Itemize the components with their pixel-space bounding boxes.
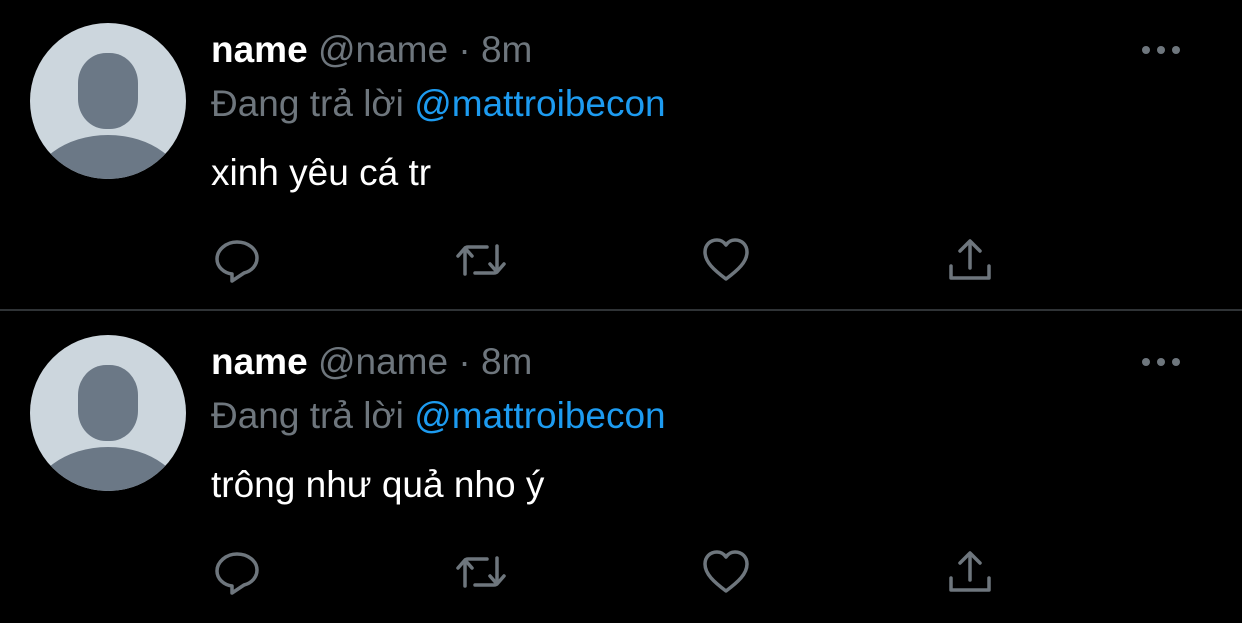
timestamp[interactable]: 8m — [481, 29, 532, 70]
more-icon — [1142, 46, 1180, 54]
more-icon — [1142, 358, 1180, 366]
separator-dot: · — [458, 341, 471, 382]
tweet[interactable]: name @name · 8m Đang trả lời @mattroibec… — [0, 0, 1242, 310]
more-button[interactable] — [1138, 36, 1184, 64]
share-button[interactable] — [944, 546, 996, 598]
reply-icon — [215, 552, 259, 595]
share-icon — [949, 239, 991, 280]
share-icon — [949, 551, 991, 592]
like-button[interactable] — [700, 546, 752, 598]
tweet-text: xinh yêu cá tr — [211, 152, 432, 193]
reply-mention-link[interactable]: @mattroibecon — [414, 395, 665, 436]
tweet-feed: name @name · 8m Đang trả lời @mattroibec… — [0, 0, 1242, 623]
heart-icon — [703, 238, 749, 281]
reply-prefix: Đang trả lời — [211, 395, 404, 436]
reply-mention-link[interactable]: @mattroibecon — [414, 83, 665, 124]
avatar[interactable] — [30, 335, 186, 491]
retweet-button[interactable] — [455, 546, 507, 598]
display-name[interactable]: name — [211, 341, 308, 382]
reply-context: Đang trả lời @mattroibecon — [211, 82, 666, 126]
default-avatar-icon — [32, 53, 184, 179]
reply-icon — [215, 240, 259, 283]
share-button[interactable] — [944, 234, 996, 286]
timestamp[interactable]: 8m — [481, 341, 532, 382]
heart-icon — [703, 550, 749, 593]
reply-context: Đang trả lời @mattroibecon — [211, 394, 666, 438]
default-avatar-icon — [32, 365, 184, 491]
user-handle[interactable]: @name — [318, 29, 448, 70]
tweet-divider — [0, 309, 1242, 311]
user-handle[interactable]: @name — [318, 341, 448, 382]
tweet-header: name @name · 8m — [211, 28, 532, 72]
avatar[interactable] — [30, 23, 186, 179]
reply-button[interactable] — [211, 546, 263, 598]
like-button[interactable] — [700, 234, 752, 286]
retweet-button[interactable] — [455, 234, 507, 286]
tweet[interactable]: name @name · 8m Đang trả lời @mattroibec… — [0, 312, 1242, 622]
display-name[interactable]: name — [211, 29, 308, 70]
retweet-icon — [456, 244, 506, 276]
reply-button[interactable] — [211, 234, 263, 286]
retweet-icon — [456, 556, 506, 588]
more-button[interactable] — [1138, 348, 1184, 376]
separator-dot: · — [458, 29, 471, 70]
tweet-header: name @name · 8m — [211, 340, 532, 384]
reply-prefix: Đang trả lời — [211, 83, 404, 124]
tweet-text: trông như quả nho ý — [211, 464, 545, 505]
